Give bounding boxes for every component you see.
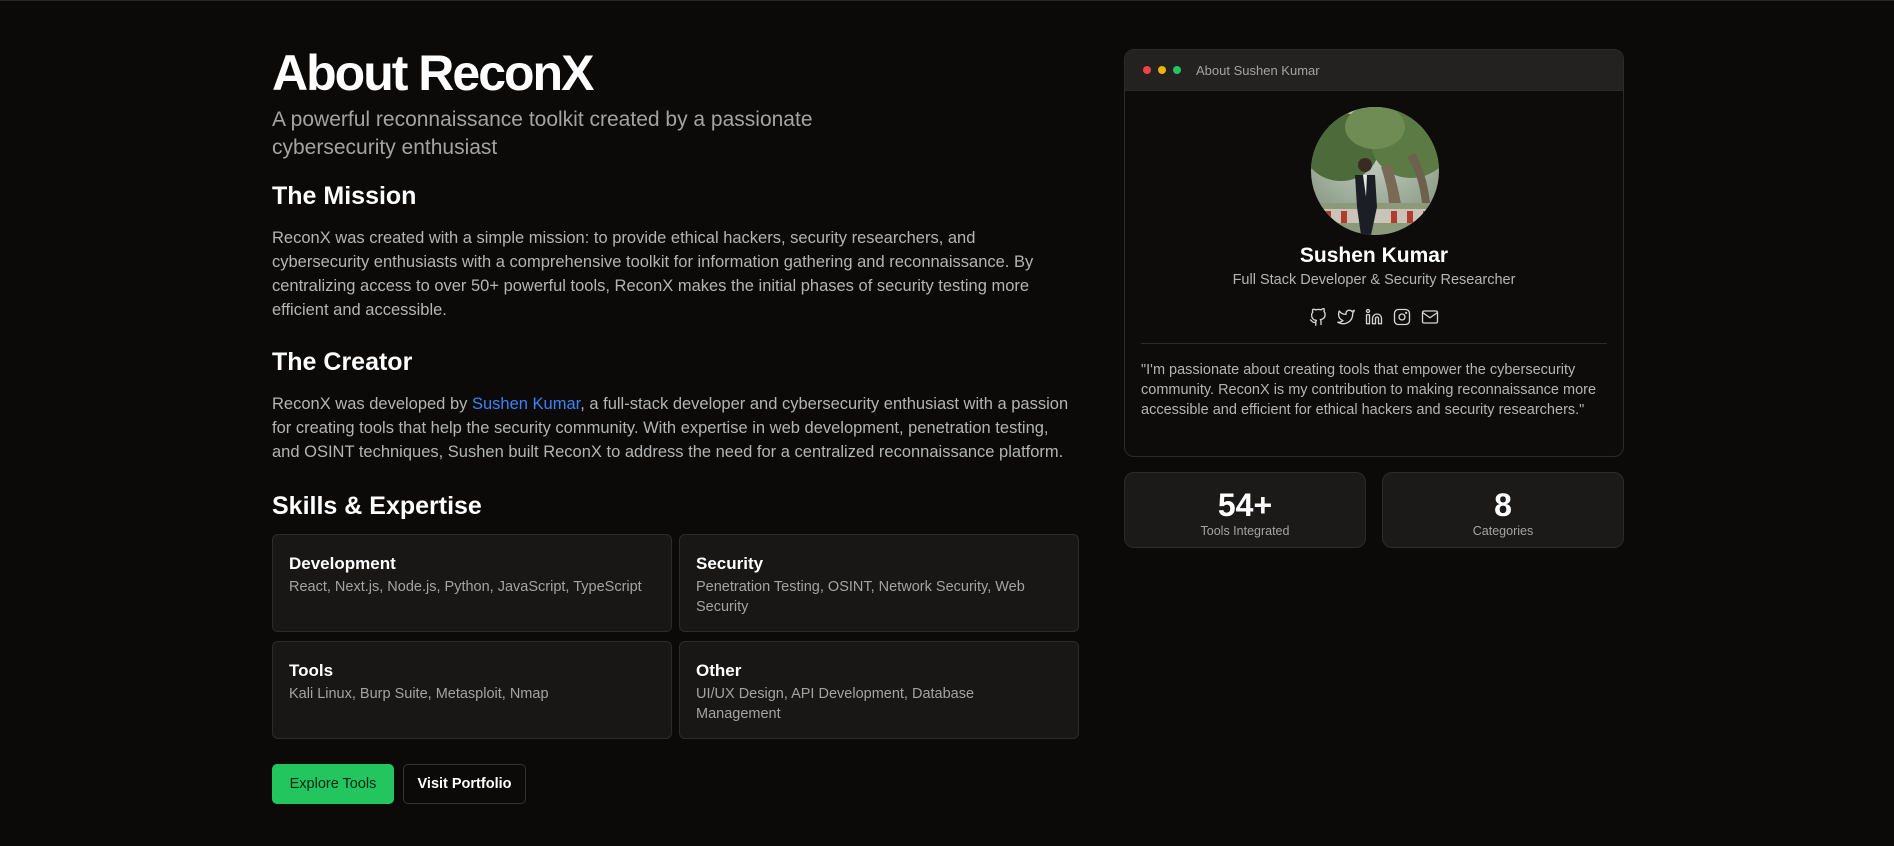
action-buttons: Explore Tools Visit Portfolio bbox=[272, 764, 1077, 804]
profile-quote: "I'm passionate about creating tools tha… bbox=[1141, 362, 1597, 418]
stat-categories: 8 Categories bbox=[1382, 472, 1624, 548]
about-content: About ReconX A powerful reconnaissance t… bbox=[272, 44, 1079, 804]
skill-card-security: Security Penetration Testing, OSINT, Net… bbox=[679, 534, 1079, 632]
window-close-dot bbox=[1143, 66, 1151, 74]
twitter-icon[interactable] bbox=[1335, 306, 1357, 328]
visit-portfolio-button[interactable]: Visit Portfolio bbox=[403, 764, 526, 804]
linkedin-icon[interactable] bbox=[1363, 306, 1385, 328]
creator-text-start: ReconX was developed by bbox=[272, 395, 472, 413]
skill-card-other: Other UI/UX Design, API Development, Dat… bbox=[679, 641, 1079, 739]
stat-value: 54+ bbox=[1217, 487, 1273, 523]
creator-heading: The Creator bbox=[272, 348, 413, 376]
creator-link[interactable]: Sushen Kumar bbox=[472, 395, 580, 413]
profile-card: About Sushen Kumar Sushen Kumar Full Sta… bbox=[1124, 49, 1624, 457]
skill-description: Kali Linux, Burp Suite, Metasploit, Nmap bbox=[289, 686, 549, 702]
mail-icon[interactable] bbox=[1419, 306, 1441, 328]
skill-title: Other bbox=[696, 661, 742, 680]
skills-grid: Development React, Next.js, Node.js, Pyt… bbox=[272, 534, 1079, 739]
skill-title: Development bbox=[289, 554, 396, 573]
stat-tools: 54+ Tools Integrated bbox=[1124, 472, 1366, 548]
stat-label: Tools Integrated bbox=[1200, 524, 1290, 538]
skill-title: Tools bbox=[289, 661, 334, 680]
avatar bbox=[1311, 107, 1439, 235]
skill-description: UI/UX Design, API Development, Database … bbox=[696, 686, 975, 722]
profile-role: Full Stack Developer & Security Research… bbox=[1232, 272, 1516, 288]
skill-description: Penetration Testing, OSINT, Network Secu… bbox=[696, 579, 1025, 615]
skills-heading: Skills & Expertise bbox=[272, 492, 482, 520]
mission-heading: The Mission bbox=[272, 182, 417, 210]
window-titlebar: About Sushen Kumar bbox=[1125, 50, 1623, 91]
page-title: About ReconX bbox=[272, 45, 594, 101]
stat-label: Categories bbox=[1472, 524, 1534, 538]
explore-tools-button[interactable]: Explore Tools bbox=[272, 764, 394, 804]
github-icon[interactable] bbox=[1307, 306, 1329, 328]
skill-card-tools: Tools Kali Linux, Burp Suite, Metasploit… bbox=[272, 641, 672, 739]
stat-value: 8 bbox=[1494, 487, 1512, 523]
window-minimize-dot bbox=[1158, 66, 1166, 74]
skill-title: Security bbox=[696, 554, 764, 573]
mission-text: ReconX was created with a simple mission… bbox=[272, 229, 1034, 319]
skill-description: React, Next.js, Node.js, Python, JavaScr… bbox=[289, 579, 642, 595]
top-border bbox=[0, 0, 1894, 1]
social-links bbox=[1125, 306, 1623, 328]
page-subtitle: A powerful reconnaissance toolkit create… bbox=[272, 108, 813, 159]
window-title: About Sushen Kumar bbox=[1196, 62, 1320, 78]
profile-name: Sushen Kumar bbox=[1299, 244, 1449, 267]
skill-card-development: Development React, Next.js, Node.js, Pyt… bbox=[272, 534, 672, 632]
card-divider bbox=[1141, 343, 1607, 344]
creator-text: ReconX was developed by Sushen Kumar, a … bbox=[272, 392, 1077, 464]
instagram-icon[interactable] bbox=[1391, 306, 1413, 328]
window-maximize-dot bbox=[1173, 66, 1181, 74]
